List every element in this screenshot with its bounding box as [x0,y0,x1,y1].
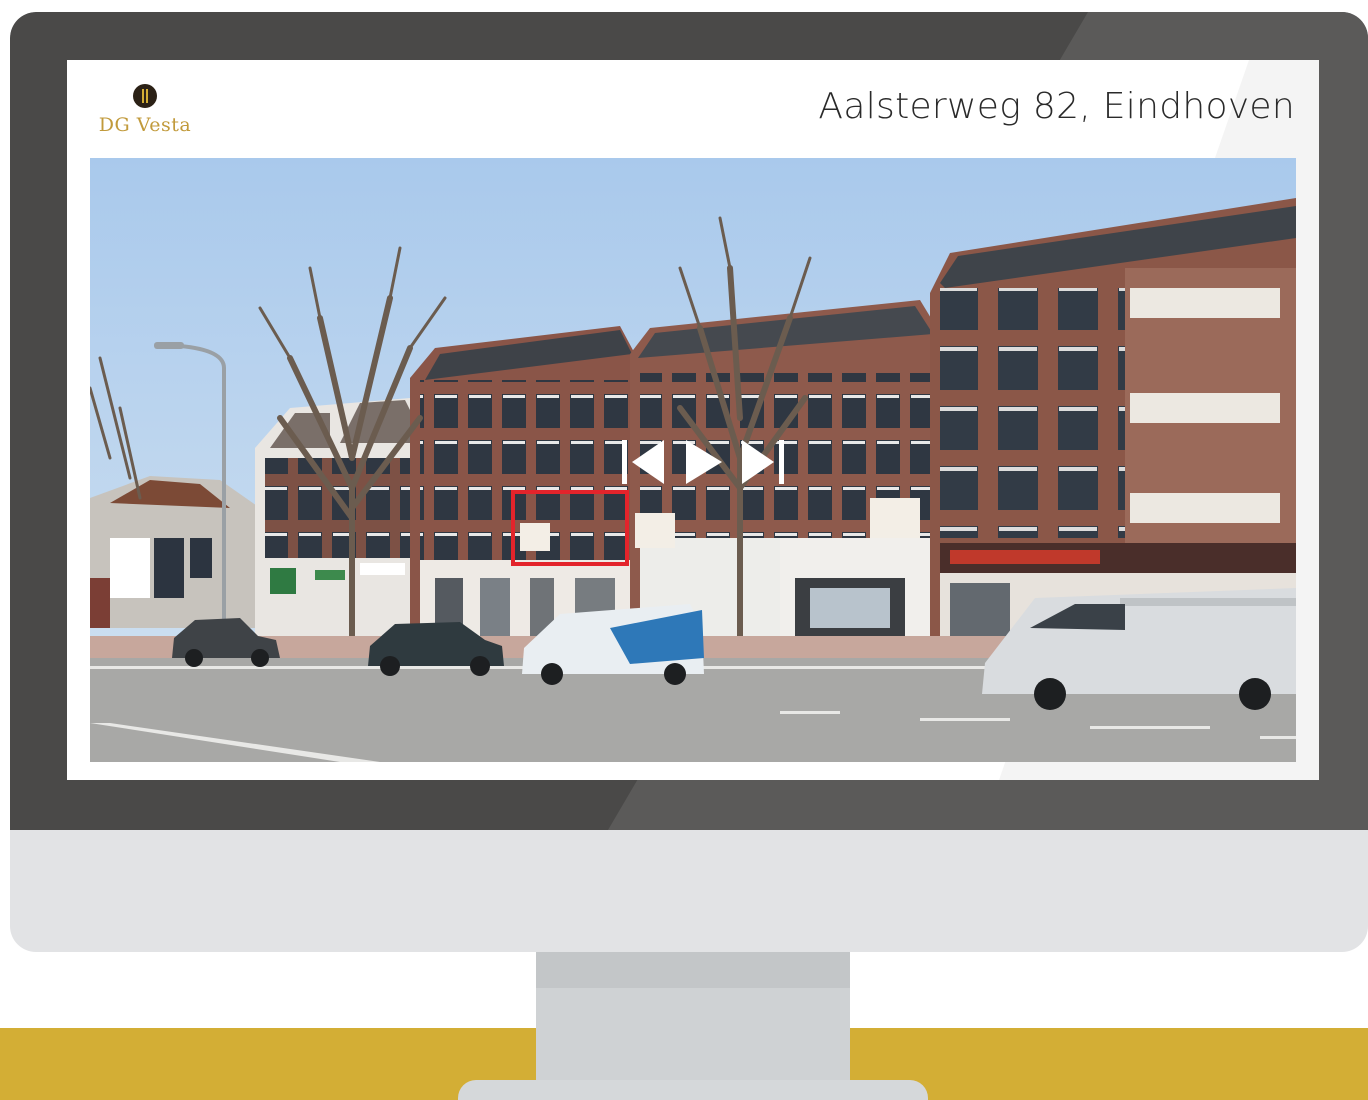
left-houses [90,476,260,628]
monitor-screen: DG Vesta Aalsterweg 82, Eindhoven [67,60,1319,780]
play-icon [686,440,722,484]
logo-emblem-icon [133,84,157,108]
skip-back-button[interactable] [620,436,666,488]
slideshow-controls [620,436,790,488]
play-button[interactable] [682,436,724,488]
logo-text: DG Vesta [98,114,192,136]
monitor-stand-shadow [536,952,850,988]
skip-back-icon [622,440,664,484]
skip-forward-button[interactable] [740,436,786,488]
dg-vesta-logo[interactable]: DG Vesta [93,84,203,144]
property-photo-viewer[interactable] [90,158,1296,762]
building-left [255,398,420,638]
skip-forward-icon [742,440,784,484]
building-center-left [410,326,635,643]
page-title: Aalsterweg 82, Eindhoven [818,86,1295,127]
monitor-stand-base [458,1080,928,1100]
desktop-scene: DG Vesta Aalsterweg 82, Eindhoven [0,0,1368,1100]
